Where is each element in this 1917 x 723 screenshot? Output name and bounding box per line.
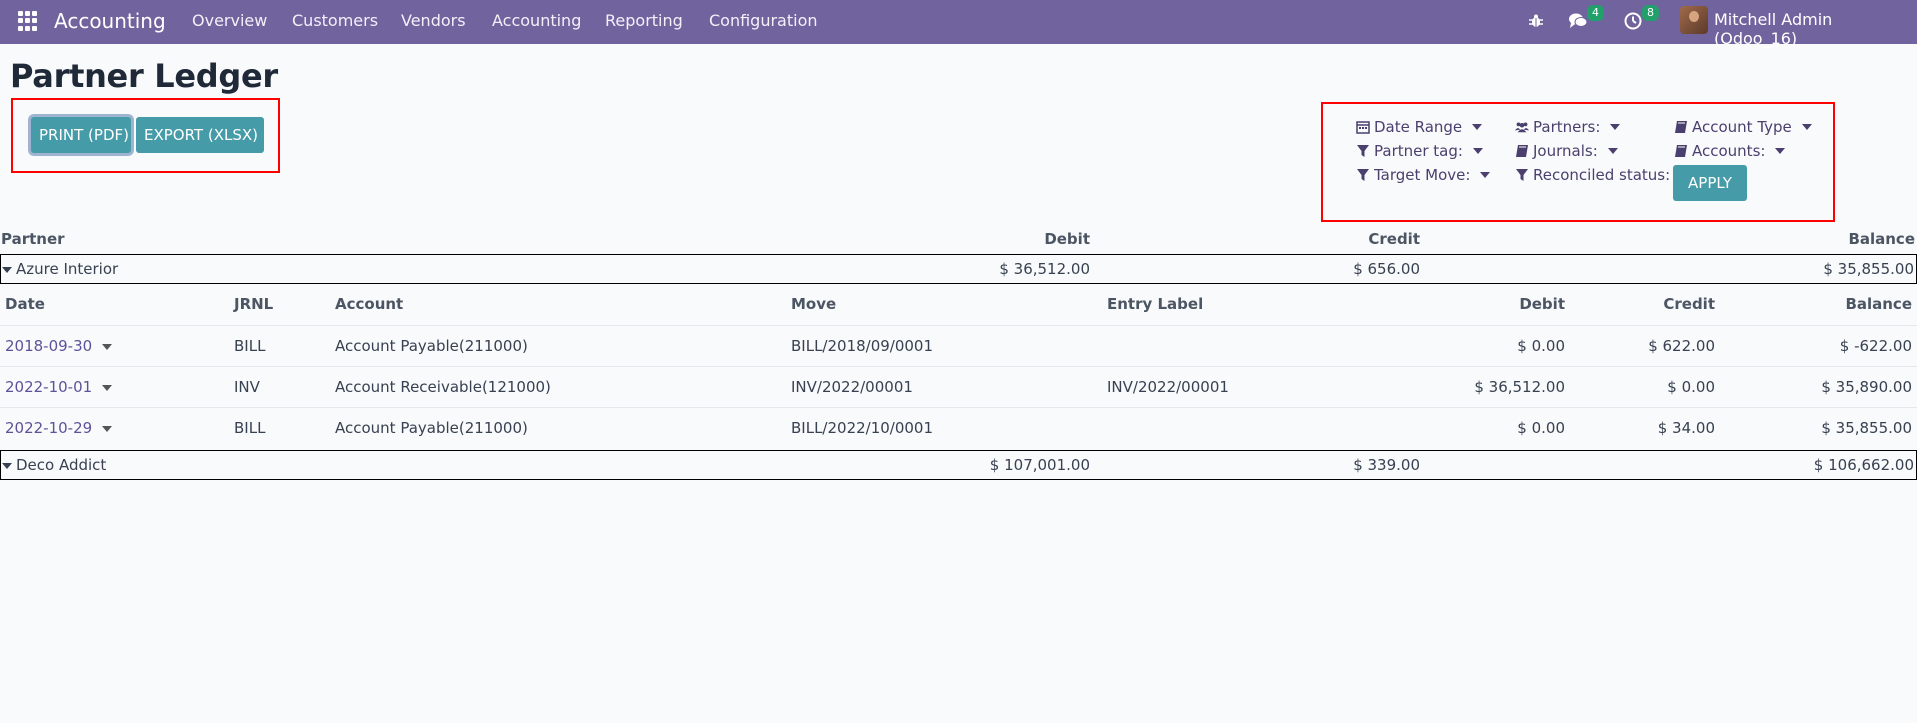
- target-move-filter[interactable]: Target Move:: [1356, 166, 1491, 184]
- reconciled-status-filter[interactable]: Reconciled status:: [1515, 166, 1670, 184]
- chevron-down-icon: [1472, 148, 1483, 154]
- apply-button[interactable]: APPLY: [1673, 165, 1747, 201]
- chevron-down-icon: [102, 343, 113, 350]
- line-date[interactable]: 2022-10-01: [5, 378, 113, 396]
- move-header: Move: [791, 295, 837, 313]
- account-type-filter[interactable]: Account Type: [1674, 118, 1812, 136]
- filter-icon: [1357, 145, 1369, 157]
- divider: [0, 325, 1917, 326]
- account-type-label: Account Type: [1692, 118, 1792, 136]
- caret-down-icon: [2, 266, 12, 273]
- app-brand[interactable]: Accounting: [54, 9, 166, 33]
- debug-bug-icon[interactable]: [1525, 10, 1547, 32]
- chevron-down-icon: [1480, 172, 1491, 178]
- book-icon: [1675, 121, 1687, 133]
- partner-debit: $ 36,512.00: [999, 260, 1090, 278]
- partners-label: Partners:: [1533, 118, 1601, 136]
- accounts-label: Accounts:: [1692, 142, 1766, 160]
- jrnl-header: JRNL: [234, 295, 274, 313]
- page-title: Partner Ledger: [10, 57, 278, 95]
- partner-credit: $ 656.00: [1353, 260, 1420, 278]
- line-move: BILL/2018/09/0001: [791, 337, 934, 355]
- line-move: INV/2022/00001: [791, 378, 913, 396]
- line-balance: $ -622.00: [1839, 337, 1912, 355]
- chevron-down-icon: [102, 425, 113, 432]
- line-account: Account Payable(211000): [335, 337, 528, 355]
- apps-menu-icon[interactable]: [18, 11, 38, 31]
- menu-customers[interactable]: Customers: [292, 11, 378, 30]
- debit-column-header: Debit: [1044, 230, 1090, 248]
- chevron-down-icon: [1607, 148, 1618, 154]
- partner-name: Deco Addict: [2, 456, 106, 474]
- users-icon: [1515, 122, 1529, 133]
- partner-row[interactable]: Deco Addict $ 107,001.00 $ 339.00 $ 106,…: [0, 450, 1917, 480]
- partner-row[interactable]: Azure Interior $ 36,512.00 $ 656.00 $ 35…: [0, 254, 1917, 284]
- caret-down-icon: [2, 462, 12, 469]
- line-balance: $ 35,855.00: [1821, 419, 1912, 437]
- target-move-label: Target Move:: [1374, 166, 1471, 184]
- partner-column-header: Partner: [1, 230, 65, 248]
- line-credit: $ 34.00: [1657, 419, 1715, 437]
- date-header: Date: [5, 295, 45, 313]
- line-account: Account Payable(211000): [335, 419, 528, 437]
- partners-filter[interactable]: Partners:: [1515, 118, 1621, 136]
- book-icon: [1675, 145, 1687, 157]
- account-header: Account: [335, 295, 404, 313]
- credit-column-header: Credit: [1368, 230, 1420, 248]
- divider: [0, 407, 1917, 408]
- line-credit-header: Credit: [1663, 295, 1715, 313]
- line-entry-label: INV/2022/00001: [1107, 378, 1229, 396]
- journals-filter[interactable]: Journals:: [1515, 142, 1618, 160]
- chevron-down-icon: [102, 384, 113, 391]
- export-xlsx-button[interactable]: EXPORT (XLSX): [136, 117, 264, 153]
- line-credit: $ 622.00: [1648, 337, 1715, 355]
- menu-overview[interactable]: Overview: [192, 11, 267, 30]
- line-jrnl: BILL: [234, 337, 266, 355]
- date-range-filter[interactable]: Date Range: [1356, 118, 1483, 136]
- menu-accounting[interactable]: Accounting: [492, 11, 581, 30]
- partner-credit: $ 339.00: [1353, 456, 1420, 474]
- filter-icon: [1357, 169, 1369, 181]
- calendar-icon: [1356, 121, 1370, 134]
- journals-label: Journals:: [1533, 142, 1598, 160]
- menu-configuration[interactable]: Configuration: [709, 11, 818, 30]
- activities-count-badge: 8: [1642, 5, 1659, 21]
- activities-clock-icon[interactable]: [1622, 10, 1644, 32]
- messages-count-badge: 4: [1587, 5, 1604, 21]
- partner-tag-label: Partner tag:: [1374, 142, 1463, 160]
- print-pdf-button[interactable]: PRINT (PDF): [31, 117, 131, 153]
- line-account: Account Receivable(121000): [335, 378, 551, 396]
- line-credit: $ 0.00: [1667, 378, 1715, 396]
- line-move: BILL/2022/10/0001: [791, 419, 934, 437]
- partner-tag-filter[interactable]: Partner tag:: [1356, 142, 1483, 160]
- menu-vendors[interactable]: Vendors: [401, 11, 466, 30]
- partner-debit: $ 107,001.00: [989, 456, 1090, 474]
- filter-icon: [1516, 169, 1528, 181]
- divider: [0, 366, 1917, 367]
- reconciled-status-label: Reconciled status:: [1533, 166, 1671, 184]
- line-balance-header: Balance: [1845, 295, 1912, 313]
- messages-icon[interactable]: [1567, 10, 1589, 32]
- line-date[interactable]: 2018-09-30: [5, 337, 113, 355]
- chevron-down-icon: [1472, 124, 1483, 130]
- partner-balance: $ 106,662.00: [1813, 456, 1914, 474]
- balance-column-header: Balance: [1848, 230, 1915, 248]
- line-date[interactable]: 2022-10-29: [5, 419, 113, 437]
- user-avatar[interactable]: [1680, 6, 1708, 34]
- partner-name: Azure Interior: [2, 260, 118, 278]
- date-range-label: Date Range: [1374, 118, 1463, 136]
- user-menu[interactable]: Mitchell Admin (Odoo_16): [1714, 10, 1917, 48]
- book-icon: [1516, 145, 1528, 157]
- chevron-down-icon: [1801, 124, 1812, 130]
- chevron-down-icon: [1775, 148, 1786, 154]
- menu-reporting[interactable]: Reporting: [605, 11, 683, 30]
- line-balance: $ 35,890.00: [1821, 378, 1912, 396]
- accounts-filter[interactable]: Accounts:: [1674, 142, 1786, 160]
- line-jrnl: BILL: [234, 419, 266, 437]
- line-jrnl: INV: [234, 378, 260, 396]
- chevron-down-icon: [1610, 124, 1621, 130]
- top-navbar: Accounting Overview Customers Vendors Ac…: [0, 0, 1917, 48]
- partner-balance: $ 35,855.00: [1823, 260, 1914, 278]
- entry-label-header: Entry Label: [1107, 295, 1204, 313]
